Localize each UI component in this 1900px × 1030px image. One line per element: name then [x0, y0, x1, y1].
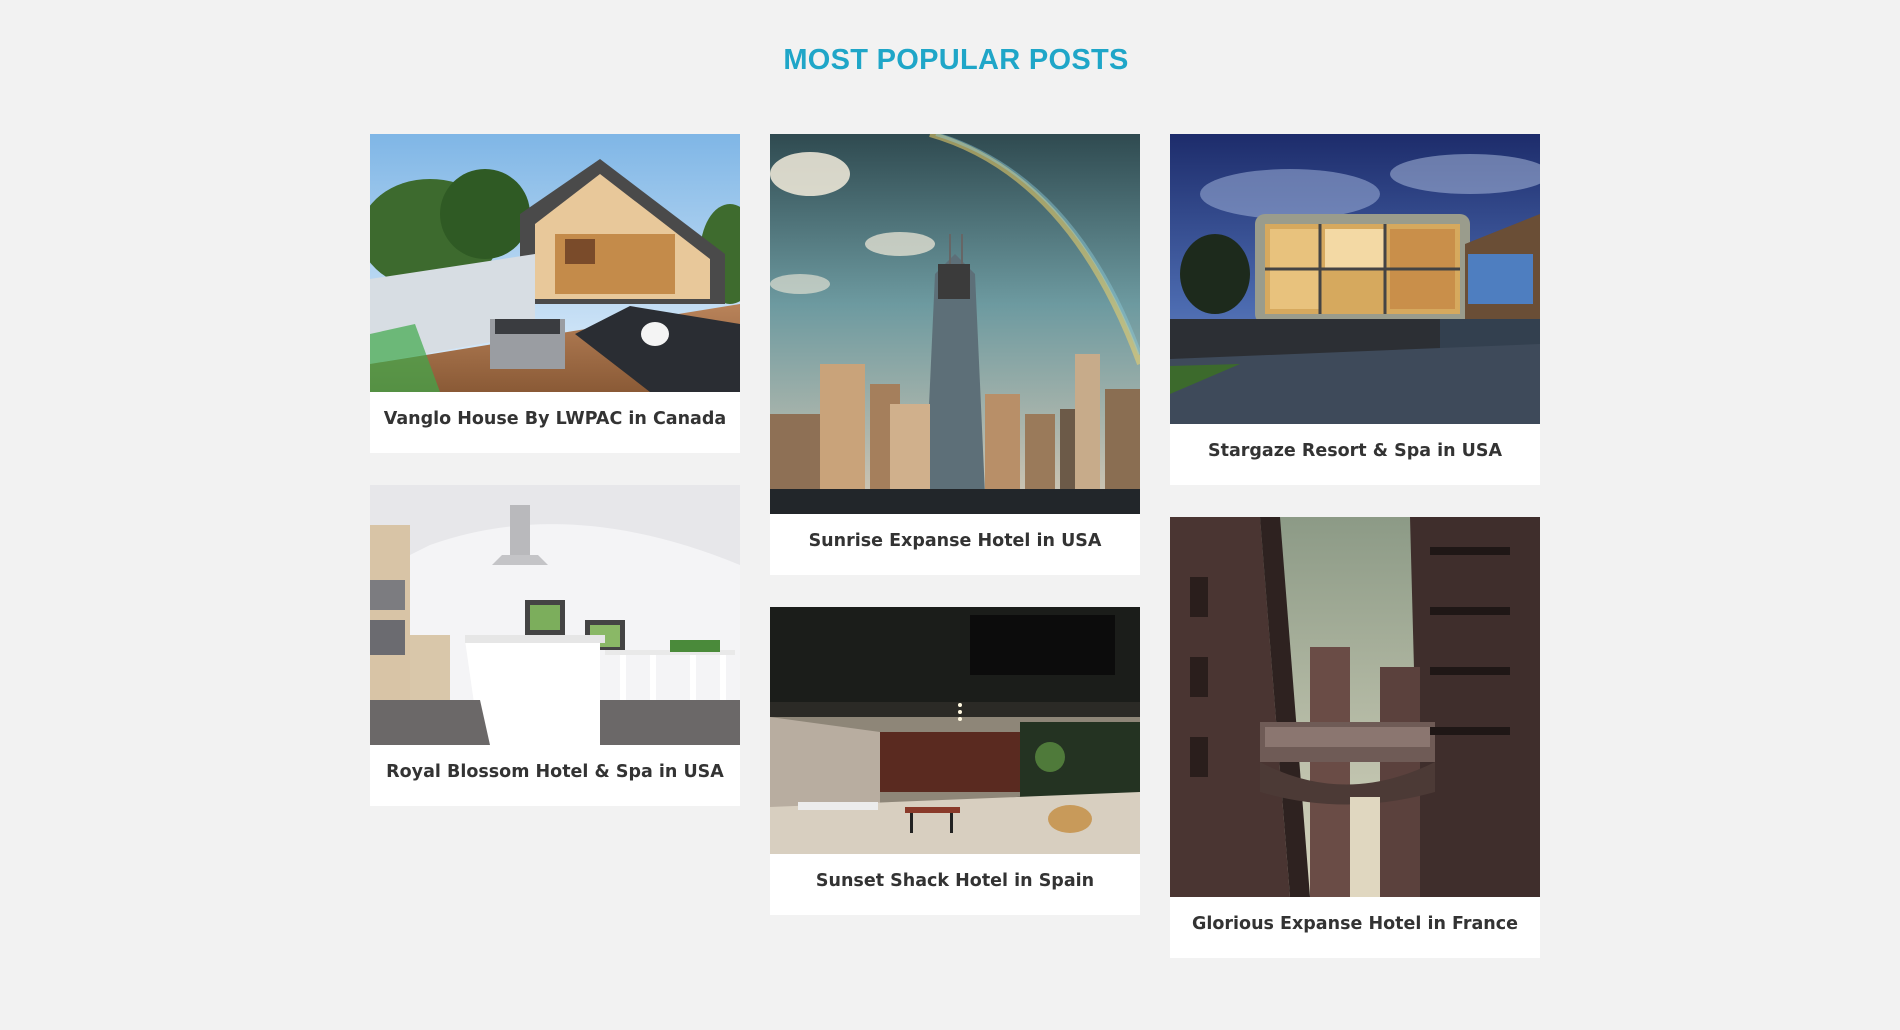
post-image-dark-lobby[interactable] [770, 607, 1140, 854]
post-image-rooftop-terrace[interactable] [370, 134, 740, 392]
section-title: MOST POPULAR POSTS [783, 44, 1129, 76]
post-image-city-skyline[interactable] [770, 134, 1140, 514]
post-title[interactable]: Sunset Shack Hotel in Spain [770, 854, 1140, 915]
post-image-alley-skybridge[interactable] [1170, 517, 1540, 897]
post-title[interactable]: Glorious Expanse Hotel in France [1170, 897, 1540, 958]
post-title[interactable]: Royal Blossom Hotel & Spa in USA [370, 745, 740, 806]
post-card[interactable]: Stargaze Resort & Spa in USA [1170, 134, 1540, 485]
post-card[interactable]: Sunrise Expanse Hotel in USA [770, 134, 1140, 575]
post-title[interactable]: Sunrise Expanse Hotel in USA [770, 514, 1140, 575]
post-card[interactable]: Vanglo House By LWPAC in Canada [370, 134, 740, 453]
post-title[interactable]: Stargaze Resort & Spa in USA [1170, 424, 1540, 485]
post-image-glass-house[interactable] [1170, 134, 1540, 424]
post-title[interactable]: Vanglo House By LWPAC in Canada [370, 392, 740, 453]
post-card[interactable]: Sunset Shack Hotel in Spain [770, 607, 1140, 915]
post-card[interactable]: Royal Blossom Hotel & Spa in USA [370, 485, 740, 806]
post-image-white-kitchen[interactable] [370, 485, 740, 745]
post-card[interactable]: Glorious Expanse Hotel in France [1170, 517, 1540, 958]
